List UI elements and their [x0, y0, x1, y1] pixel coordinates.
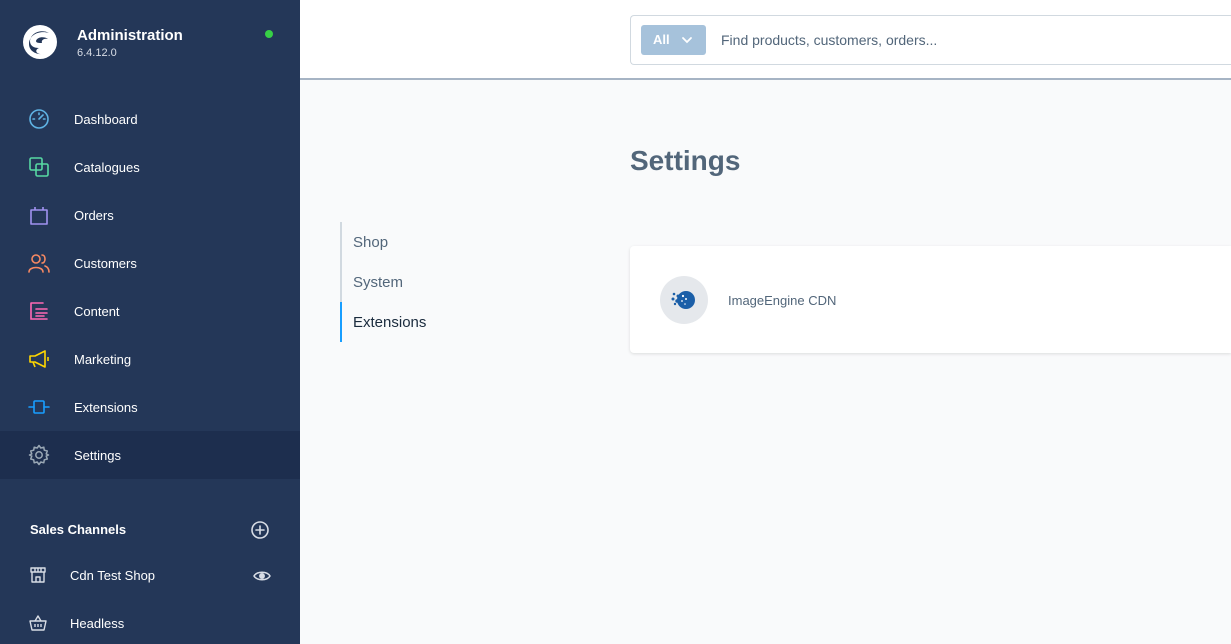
tab-label: Extensions	[353, 314, 427, 331]
add-sales-channel-icon[interactable]	[250, 520, 270, 540]
tab-label: System	[353, 274, 404, 291]
visibility-eye-icon[interactable]	[253, 567, 271, 585]
brand-title: Administration	[77, 27, 183, 44]
content-icon	[30, 302, 48, 320]
shopware-logo-icon[interactable]	[22, 24, 58, 60]
customers-icon	[28, 254, 50, 273]
nav-item-customers[interactable]: Customers	[0, 239, 300, 287]
brand-version: 6.4.12.0	[77, 47, 117, 59]
settings-item-label: ImageEngine CDN	[728, 293, 837, 308]
catalogue-icon	[29, 157, 49, 177]
chevron-down-icon	[682, 37, 692, 44]
global-search: All	[630, 15, 1231, 65]
tab-label: Shop	[353, 234, 389, 251]
nav-label: Customers	[74, 255, 137, 271]
nav-item-content[interactable]: Content	[0, 287, 300, 335]
search-type-label: All	[653, 32, 670, 47]
page-title: Settings	[630, 145, 741, 176]
settings-item-icon-wrapper	[660, 276, 708, 324]
nav-item-extensions[interactable]: Extensions	[0, 383, 300, 431]
nav-label: Content	[74, 303, 120, 319]
sales-channel-label: Headless	[70, 616, 125, 631]
settings-card: ImageEngine CDN	[630, 246, 1231, 353]
tab-shop[interactable]: Shop	[340, 222, 540, 262]
sales-channels-header: Sales Channels	[30, 522, 127, 537]
sales-channel-label: Cdn Test Shop	[70, 568, 156, 583]
tab-extensions[interactable]: Extensions	[340, 302, 540, 342]
nav-label: Catalogues	[74, 159, 140, 175]
orders-icon	[30, 207, 48, 225]
storefront-icon	[30, 567, 46, 583]
nav-label: Orders	[74, 207, 114, 223]
main-nav: Dashboard Catalogues Orders Customers Co…	[0, 95, 300, 479]
sales-channel-item-cdn-test-shop[interactable]: Cdn Test Shop	[0, 555, 300, 595]
nav-item-catalogues[interactable]: Catalogues	[0, 143, 300, 191]
extensions-icon	[28, 400, 50, 414]
nav-label: Settings	[74, 447, 121, 463]
status-indicator	[265, 30, 273, 38]
brand-header: Administration 6.4.12.0	[0, 0, 300, 80]
nav-item-orders[interactable]: Orders	[0, 191, 300, 239]
imageengine-logo-icon	[671, 291, 695, 309]
tab-system[interactable]: System	[340, 262, 540, 302]
search-input[interactable]	[721, 28, 1221, 52]
nav-item-settings[interactable]: Settings	[0, 431, 300, 479]
nav-item-dashboard[interactable]: Dashboard	[0, 95, 300, 143]
search-type-select[interactable]: All	[641, 25, 706, 55]
dashboard-icon	[29, 109, 49, 129]
sidebar: Administration 6.4.12.0 Dashboard Catalo…	[0, 0, 300, 644]
basket-icon	[29, 615, 47, 631]
nav-item-marketing[interactable]: Marketing	[0, 335, 300, 383]
marketing-icon	[29, 350, 49, 368]
nav-label: Dashboard	[74, 111, 138, 127]
nav-label: Extensions	[74, 399, 138, 415]
settings-item-imageengine-cdn[interactable]: ImageEngine CDN	[660, 276, 1060, 324]
sales-channel-item-headless[interactable]: Headless	[0, 603, 300, 643]
settings-tabs: Shop System Extensions	[340, 222, 540, 342]
nav-label: Marketing	[74, 351, 132, 367]
settings-icon	[28, 444, 50, 466]
